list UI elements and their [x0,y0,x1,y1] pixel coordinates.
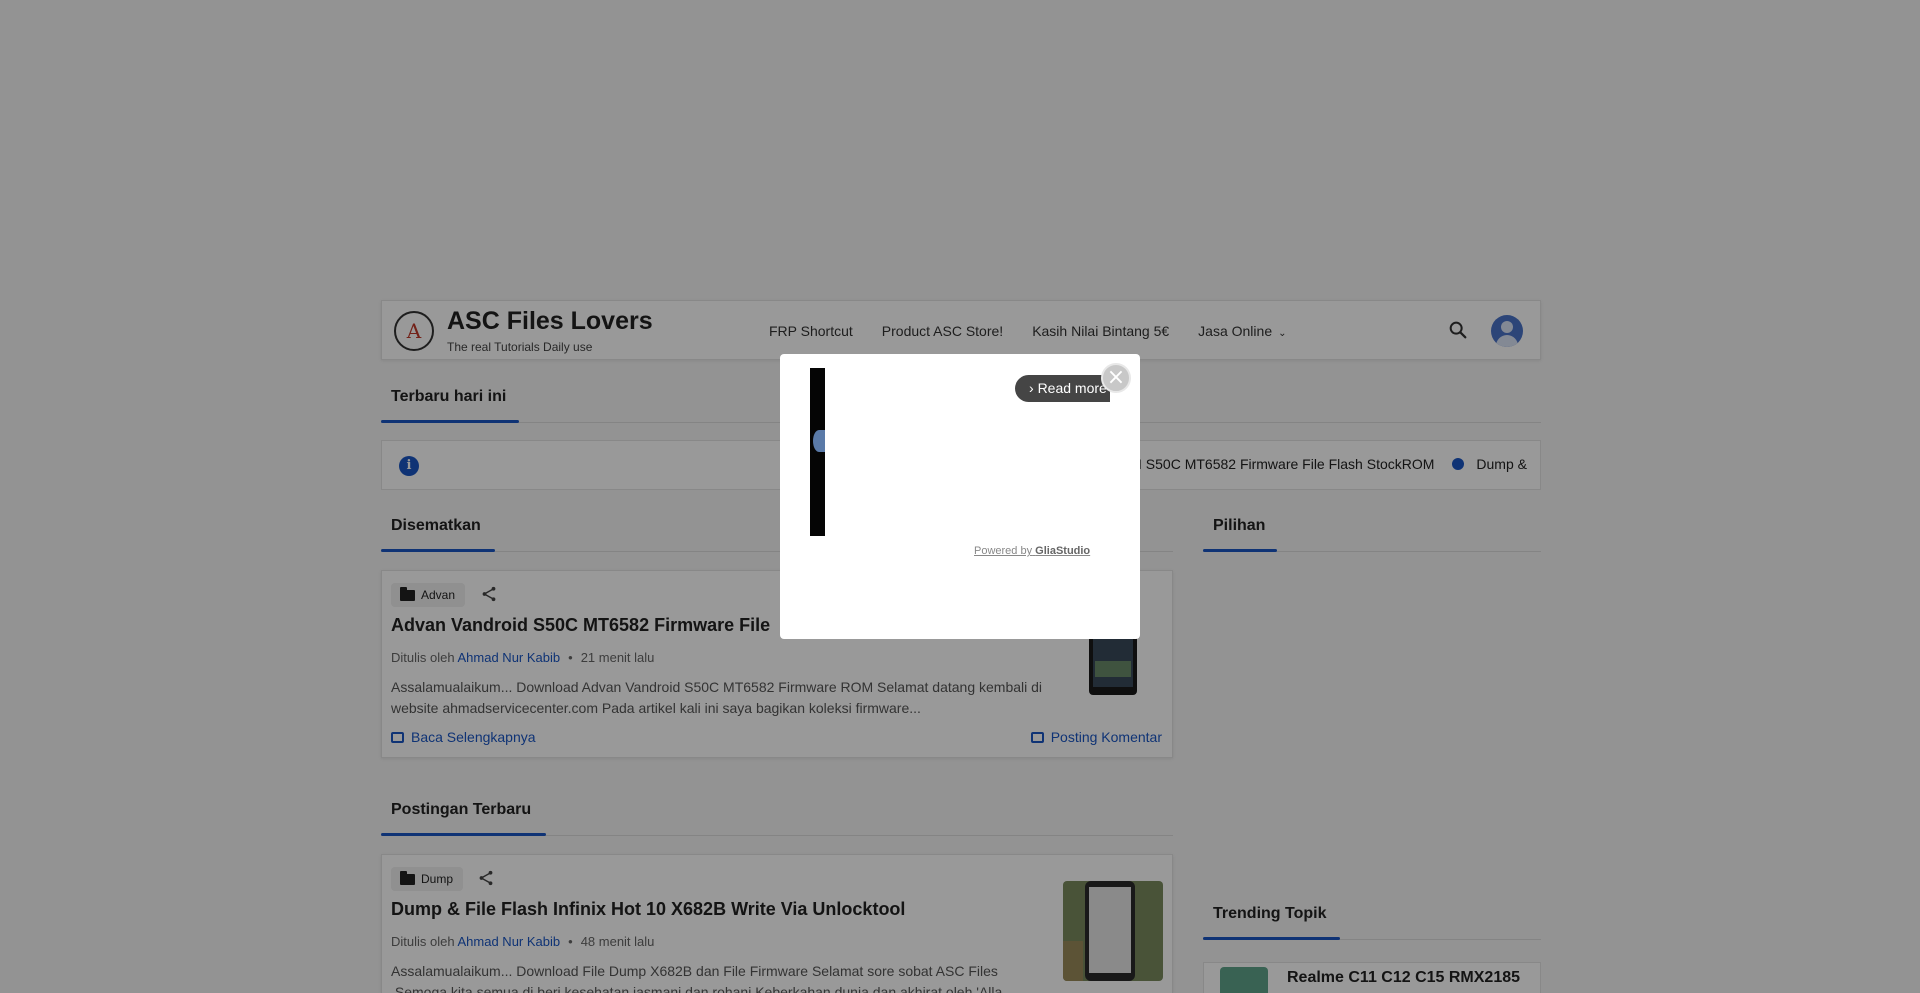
video-player[interactable] [810,368,825,536]
powered-by-prefix: Powered by [974,545,1033,557]
read-more-button-label: Read more [1037,380,1107,396]
video-frame [813,430,825,452]
read-more-button[interactable]: › Read more [1015,375,1110,402]
chevron-right-icon: › [1029,380,1034,396]
close-icon[interactable]: × [1101,363,1131,393]
video-ad-modal: › Read more × Powered by GliaStudio [780,354,1140,639]
page: A ASC Files Lovers The real Tutorials Da… [0,0,1920,993]
powered-by-link[interactable]: Powered by GliaStudio [974,545,1090,557]
powered-by-brand: GliaStudio [1035,545,1091,557]
